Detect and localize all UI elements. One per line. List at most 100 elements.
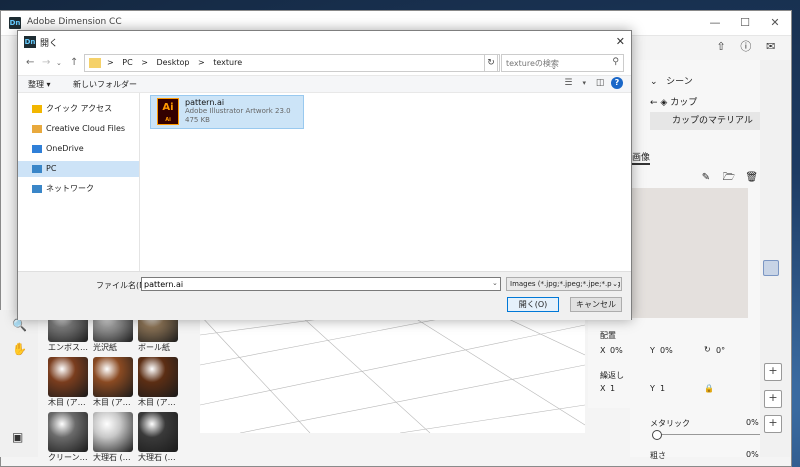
material-thumbnail[interactable]: 木目 (ア… bbox=[48, 357, 88, 411]
chevron-down-icon: ⌄ bbox=[612, 278, 618, 290]
cancel-button[interactable]: キャンセル bbox=[570, 297, 622, 312]
breadcrumb-separator: > bbox=[107, 58, 114, 67]
color-swatch[interactable] bbox=[763, 260, 779, 276]
material-thumbnail[interactable]: 木目 (ア… bbox=[138, 357, 178, 411]
breadcrumb-item[interactable]: Desktop bbox=[156, 58, 189, 67]
comment-icon[interactable]: ✉ bbox=[760, 40, 782, 53]
rotation-value[interactable]: 0° bbox=[716, 346, 725, 355]
dimension-app-icon: Dn bbox=[24, 36, 36, 48]
scene-label: シーン bbox=[666, 77, 693, 87]
open-button[interactable]: 開く(O) bbox=[507, 297, 559, 312]
material-name: ボール紙 bbox=[138, 343, 170, 352]
roughness-value[interactable]: 0% bbox=[746, 450, 759, 459]
up-arrow-icon[interactable]: ↑ bbox=[70, 57, 78, 68]
filetype-select[interactable]: Images (*.jpg;*.jpeg;*.jpe;*.png; ⌄ bbox=[506, 277, 622, 291]
metallic-slider-track[interactable] bbox=[656, 434, 760, 435]
material-preview-sphere bbox=[93, 412, 133, 452]
dialog-title: 開く bbox=[40, 39, 59, 49]
add-icon[interactable]: + bbox=[764, 390, 782, 408]
view-options: ☰ ▾ ◫ ? bbox=[560, 77, 623, 89]
filetype-value: Images (*.jpg;*.jpeg;*.jpe;*.png; bbox=[510, 280, 622, 288]
repeat-y-value[interactable]: 1 bbox=[660, 384, 665, 393]
close-icon[interactable]: ✕ bbox=[616, 35, 625, 48]
trash-icon[interactable]: 🗑 bbox=[742, 172, 762, 183]
pencil-icon[interactable]: ✎ bbox=[696, 172, 716, 183]
nav-item-label: OneDrive bbox=[46, 144, 84, 153]
help-icon[interactable]: ⓘ bbox=[735, 38, 757, 54]
metallic-slider-knob[interactable] bbox=[652, 430, 662, 440]
file-name: pattern.ai bbox=[185, 98, 225, 107]
new-folder-button[interactable]: 新しいフォルダー bbox=[73, 79, 137, 90]
chevron-down-icon[interactable]: ▾ bbox=[579, 79, 589, 87]
computer-icon bbox=[32, 165, 42, 173]
material-row[interactable]: カップのマテリアル bbox=[650, 112, 760, 130]
metallic-label: メタリック bbox=[650, 419, 690, 428]
far-right-strip: + + + bbox=[760, 60, 790, 457]
rotate-icon: ↻ bbox=[704, 345, 711, 354]
metallic-value[interactable]: 0% bbox=[746, 418, 759, 427]
material-preview-sphere bbox=[93, 357, 133, 397]
breadcrumb-item[interactable]: PC bbox=[122, 58, 132, 67]
star-icon bbox=[32, 105, 42, 113]
add-icon[interactable]: + bbox=[764, 415, 782, 433]
address-bar[interactable]: > PC > Desktop > texture ⌄ bbox=[84, 54, 557, 72]
nav-item[interactable]: Creative Cloud Files bbox=[18, 121, 139, 137]
material-thumbnail[interactable]: 大理石 (… bbox=[93, 412, 133, 466]
back-arrow-icon[interactable]: ← bbox=[26, 57, 34, 68]
chevron-down-icon[interactable]: ⌄ bbox=[492, 279, 498, 287]
x-label: X bbox=[600, 346, 606, 355]
material-name: 木目 (ア… bbox=[93, 398, 131, 407]
refresh-button[interactable]: ↻ bbox=[484, 54, 498, 72]
open-file-dialog: Dn 開く ✕ ← → ⌄ ↑ > PC > Desktop > texture… bbox=[17, 30, 632, 320]
x-value[interactable]: 0% bbox=[610, 346, 623, 355]
file-item[interactable]: Ai Ai pattern.ai Adobe Illustrator Artwo… bbox=[150, 95, 304, 129]
material-thumbnail[interactable]: 大理石 (… bbox=[138, 412, 178, 466]
3d-canvas[interactable] bbox=[200, 315, 585, 433]
breadcrumb-item[interactable]: texture bbox=[213, 58, 242, 67]
minimize-icon[interactable]: — bbox=[701, 14, 729, 32]
nav-item[interactable]: OneDrive bbox=[18, 141, 139, 157]
repeat-x-value[interactable]: 1 bbox=[610, 384, 615, 393]
close-icon[interactable]: ✕ bbox=[761, 14, 789, 32]
placement-label: 配置 bbox=[600, 331, 616, 340]
forward-arrow-icon[interactable]: → bbox=[42, 57, 50, 68]
lock-icon[interactable]: 🔒 bbox=[704, 384, 714, 393]
view-options-icon[interactable]: ☰ bbox=[560, 78, 576, 88]
illustrator-file-icon: Ai Ai bbox=[157, 98, 179, 125]
folder-open-icon[interactable]: 🗁 bbox=[719, 170, 739, 187]
nav-item-label: PC bbox=[46, 164, 57, 173]
maximize-icon[interactable]: ☐ bbox=[731, 14, 759, 32]
material-preview-sphere bbox=[138, 412, 178, 452]
network-icon bbox=[32, 185, 42, 193]
nav-item[interactable]: クイック アクセス bbox=[18, 101, 139, 117]
preview-pane-icon[interactable]: ◫ bbox=[592, 78, 608, 88]
add-icon[interactable]: + bbox=[764, 363, 782, 381]
help-icon[interactable]: ? bbox=[611, 77, 623, 89]
material-thumbnail[interactable]: クリーン… bbox=[48, 412, 88, 466]
texture-properties: 配置 X 0% Y 0% ↻ 0° 繰返し X 1 Y 1 🔒 bbox=[588, 318, 760, 408]
hand-icon[interactable]: ✋ bbox=[12, 342, 27, 356]
dimension-app-icon: Dn bbox=[9, 17, 21, 29]
breadcrumb-separator: > bbox=[141, 58, 148, 67]
search-box[interactable]: ⚲ bbox=[501, 54, 624, 72]
nav-item[interactable]: PC bbox=[18, 161, 139, 177]
left-toolbar: 🔍 ✋ ▣ bbox=[0, 310, 38, 457]
filename-input[interactable] bbox=[141, 277, 501, 291]
search-input[interactable] bbox=[506, 57, 602, 69]
material-thumbnail[interactable]: 木目 (ア… bbox=[93, 357, 133, 411]
tab-image[interactable]: 画像 bbox=[632, 150, 651, 165]
chevron-down-icon[interactable]: ⌄ bbox=[56, 59, 62, 67]
organize-button[interactable]: 整理 ▾ bbox=[28, 79, 51, 90]
file-icon-label: Ai bbox=[162, 102, 174, 113]
roughness-label: 粗さ bbox=[650, 451, 666, 460]
panel-toggle-icon[interactable]: ▣ bbox=[12, 430, 23, 444]
material-name: クリーン… bbox=[48, 453, 88, 462]
nav-item-label: ネットワーク bbox=[46, 184, 94, 193]
cup-label: カップ bbox=[670, 98, 698, 108]
nav-item[interactable]: ネットワーク bbox=[18, 181, 139, 197]
material-name: 大理石 (… bbox=[138, 453, 176, 462]
search-icon[interactable]: ⚲ bbox=[612, 57, 619, 67]
y-value[interactable]: 0% bbox=[660, 346, 673, 355]
share-icon[interactable]: ⇧ bbox=[710, 40, 732, 53]
zoom-icon[interactable]: 🔍 bbox=[12, 318, 27, 332]
